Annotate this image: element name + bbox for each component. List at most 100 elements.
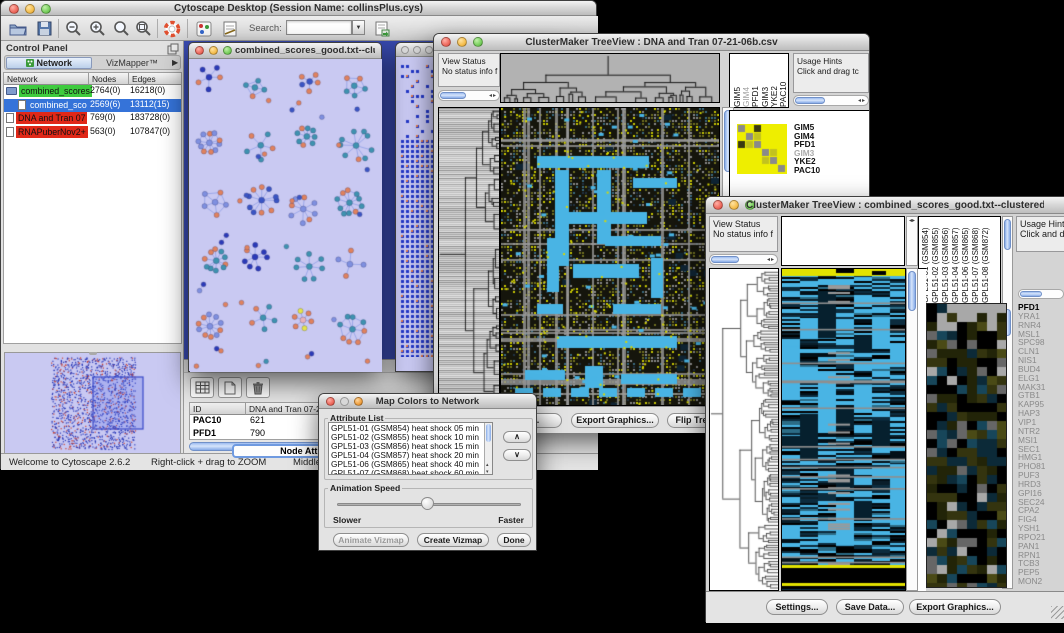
tv1-gene-labels[interactable]: GIM5GIM4PFD1GIM3YKE2PAC10	[794, 123, 864, 174]
network-row[interactable]: combined_sco2569(6)13112(15)	[4, 99, 181, 113]
zoom-window-icon[interactable]	[223, 46, 232, 55]
tab-network[interactable]: Network	[6, 57, 92, 69]
tv2-column-dendrogram[interactable]	[781, 216, 905, 266]
resize-grip[interactable]	[1051, 606, 1064, 619]
tv1-column-dendrogram[interactable]	[500, 53, 720, 103]
minimize-icon[interactable]	[25, 4, 35, 14]
tv1-heatmap-canvas[interactable]	[501, 108, 719, 405]
attribute-list[interactable]: GPL51-01 (GSM854) heat shock 05 minGPL51…	[328, 422, 493, 475]
scrollbar-thumb[interactable]	[711, 256, 739, 263]
delete-attribute-trash-icon[interactable]	[246, 377, 270, 398]
minimize-icon[interactable]	[457, 37, 467, 47]
zoom-window-icon[interactable]	[425, 46, 433, 54]
create-vizmap-button[interactable]: Create Vizmap	[417, 533, 489, 547]
tv2-heatmap[interactable]	[781, 268, 906, 591]
scrollbar-thumb[interactable]	[795, 97, 825, 104]
close-icon[interactable]	[9, 4, 19, 14]
tv1-gene-dendrogram[interactable]	[438, 107, 500, 406]
export-graphics-button[interactable]: Export Graphics...	[571, 413, 659, 428]
network-row[interactable]: RNAPuberNov2+563(0)107847(0)	[4, 126, 181, 140]
annotation-icon[interactable]	[219, 18, 241, 39]
animate-vizmap-button[interactable]: Animate Vizmap	[333, 533, 409, 547]
tab-overflow-icon[interactable]: ▶	[172, 58, 178, 67]
tab-vizmapper-label: VizMapper™	[106, 58, 158, 68]
attribute-item[interactable]: GPL51-07 (GSM868) heat shock 60 min	[331, 469, 492, 475]
tv2-zoom-heatmap-canvas[interactable]	[927, 304, 1006, 587]
move-up-button[interactable]: ∧	[503, 431, 531, 443]
vizmapper-icon[interactable]	[193, 18, 215, 39]
minimize-icon[interactable]	[340, 397, 349, 406]
tv1-status-hscrollbar[interactable]: ◂▸	[438, 90, 500, 101]
zoom-selected-icon[interactable]	[133, 18, 155, 39]
data-column-id[interactable]: ID	[190, 403, 246, 415]
network-name: RNAPuberNov2+	[16, 126, 88, 138]
dialog-title-bar[interactable]: Map Colors to Network	[319, 394, 536, 409]
save-data-button[interactable]: Save Data...	[836, 599, 904, 615]
network-row[interactable]: combined_scores2764(0)16218(0)	[4, 85, 181, 99]
tv2-zoom-heatmap[interactable]	[926, 303, 1007, 588]
minimize-icon[interactable]	[209, 46, 218, 55]
close-icon[interactable]	[713, 200, 723, 210]
settings-button[interactable]: Settings...	[766, 599, 828, 615]
close-icon[interactable]	[441, 37, 451, 47]
close-icon[interactable]	[326, 397, 335, 406]
network-row[interactable]: DNA and Tran 07769(0)183728(0)	[4, 112, 181, 126]
attribute-list-vscrollbar[interactable]: ▴ ▾	[484, 423, 492, 475]
tv2-gene-labels[interactable]: PFD1YRA1RNR4MSL1SPC98CLN1NIS1BUD4ELG1MAK…	[1018, 303, 1064, 588]
main-title-bar[interactable]: Cytoscape Desktop (Session Name: collins…	[1, 1, 596, 16]
close-icon[interactable]	[195, 46, 204, 55]
minimize-icon[interactable]	[413, 46, 421, 54]
scroll-arrows-icon[interactable]: ◂▸	[767, 256, 775, 263]
tv1-heatmap[interactable]	[500, 107, 720, 406]
column-header-nodes[interactable]: Nodes	[89, 73, 129, 85]
search-dropdown-icon[interactable]: ▼	[352, 20, 365, 35]
tv1-zoom-matrix-canvas[interactable]	[737, 124, 787, 174]
scrollbar-thumb[interactable]	[1020, 291, 1042, 297]
tv2-gene-dendrogram-canvas[interactable]	[710, 269, 778, 590]
tv2-top-scroll-stub[interactable]: ◂▸	[906, 216, 918, 266]
tv2-status-hscrollbar[interactable]: ◂▸	[709, 254, 778, 265]
splitter-handle[interactable]	[89, 352, 97, 355]
save-button[interactable]	[33, 18, 55, 39]
help-lifesaver-icon[interactable]	[161, 18, 183, 39]
scrollbar-thumb[interactable]	[486, 424, 491, 442]
tv2-gene-dendrogram[interactable]	[709, 268, 779, 591]
treeview2-title-bar[interactable]: ClusterMaker TreeView : combined_scores_…	[706, 197, 1064, 214]
close-icon[interactable]	[401, 46, 409, 54]
tv2-genes-hscrollbar[interactable]	[1018, 289, 1064, 299]
done-button[interactable]: Done	[497, 533, 531, 547]
zoom-out-icon[interactable]	[63, 18, 85, 39]
treeview1-title-bar[interactable]: ClusterMaker TreeView : DNA and Tran 07-…	[434, 34, 869, 51]
attribute-table-button[interactable]	[190, 377, 214, 398]
tv2-heatmap-canvas[interactable]	[782, 269, 905, 590]
scrollbar-thumb[interactable]	[1004, 219, 1011, 250]
scroll-arrows-icon[interactable]: ◂▸	[489, 92, 497, 99]
column-header-network[interactable]: Network	[4, 73, 89, 85]
zoom-fit-icon[interactable]	[111, 18, 133, 39]
export-graphics-button[interactable]: Export Graphics...	[909, 599, 1001, 615]
tv1-gene-dendrogram-canvas[interactable]	[439, 108, 499, 405]
tv1-column-labels[interactable]: GIM5GIM4PFD1GIM3YKE2PAC10	[729, 53, 789, 108]
tv2-column-labels[interactable]: GPL51-01 (GSM854)GPL51-02 (GSM855)GPL51-…	[918, 216, 1001, 304]
scroll-up-icon[interactable]: ▴	[486, 462, 489, 468]
zoom-in-icon[interactable]	[87, 18, 109, 39]
scrollbar-thumb[interactable]	[440, 92, 466, 99]
new-attribute-button[interactable]	[218, 377, 242, 398]
tv1-column-dendrogram-canvas[interactable]	[501, 54, 719, 102]
minimize-icon[interactable]	[729, 200, 739, 210]
scrollbar-thumb[interactable]	[908, 271, 916, 311]
network-view-title-bar[interactable]: combined_scores_good.txt--cluste...	[189, 43, 381, 59]
import-table-icon[interactable]	[371, 18, 393, 39]
column-header-edges[interactable]: Edges	[129, 73, 181, 85]
speed-slider-thumb[interactable]	[421, 497, 434, 510]
scroll-arrows-icon[interactable]: ◂▸	[858, 97, 866, 104]
tv2-heatmap-vscrollbar[interactable]	[906, 268, 918, 591]
network-canvas[interactable]	[190, 59, 382, 372]
open-file-button[interactable]	[7, 18, 29, 39]
network-overview-panel[interactable]	[4, 352, 181, 462]
network-overview-canvas[interactable]	[5, 353, 180, 461]
tv1-hints-hscrollbar[interactable]: ◂▸	[793, 95, 869, 106]
move-down-button[interactable]: ∨	[503, 449, 531, 461]
tab-vizmapper[interactable]: VizMapper™	[95, 57, 169, 69]
search-input[interactable]	[286, 20, 352, 35]
